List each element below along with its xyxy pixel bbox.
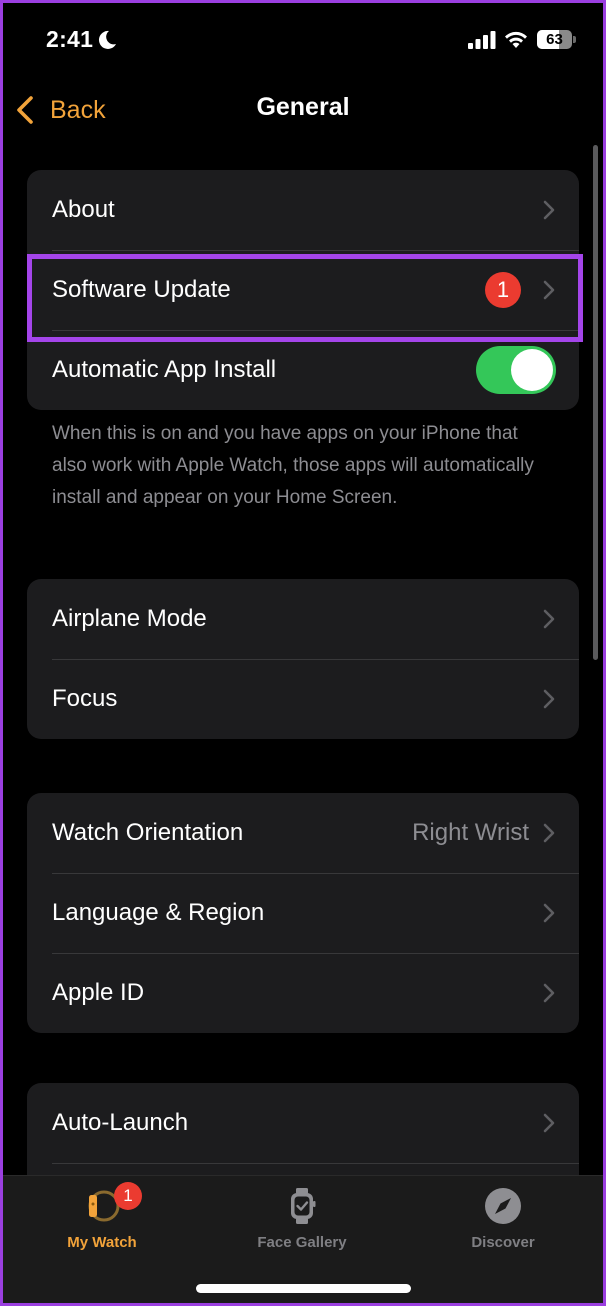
row-airplane-mode[interactable]: Airplane Mode	[27, 579, 579, 659]
row-label: About	[52, 196, 115, 223]
status-time: 2:41	[46, 26, 94, 52]
row-label: Software Update	[52, 276, 231, 303]
settings-group-general: About Software Update 1 Automatic App In…	[27, 170, 579, 410]
tab-my-watch[interactable]: 1 My Watch	[27, 1182, 177, 1256]
row-apple-id[interactable]: Apple ID	[27, 953, 579, 1033]
row-label: Focus	[52, 685, 118, 712]
row-label: Watch Orientation	[52, 819, 244, 846]
chevron-right-icon	[543, 1113, 555, 1133]
cellular-signal-icon	[468, 31, 496, 49]
chevron-right-icon	[543, 689, 555, 709]
notification-badge: 1	[485, 272, 521, 308]
chevron-right-icon	[543, 609, 555, 629]
automatic-app-install-description: When this is on and you have apps on you…	[52, 423, 534, 508]
row-software-update[interactable]: Software Update 1	[27, 250, 579, 330]
settings-group-connectivity: Airplane Mode Focus	[27, 579, 579, 739]
row-label: Airplane Mode	[52, 605, 207, 632]
row-auto-launch[interactable]: Auto-Launch	[27, 1083, 579, 1163]
tab-label: Discover	[471, 1234, 535, 1251]
scrollbar[interactable]	[593, 145, 598, 660]
wifi-icon	[505, 31, 527, 48]
row-label: Auto-Launch	[52, 1109, 189, 1136]
row-value: Right Wrist	[412, 819, 529, 846]
chevron-right-icon	[543, 983, 555, 1003]
chevron-right-icon	[543, 280, 555, 300]
watch-face-icon	[291, 1188, 316, 1224]
chevron-right-icon	[543, 823, 555, 843]
compass-icon	[485, 1188, 521, 1224]
row-label: Apple ID	[52, 979, 145, 1006]
row-about[interactable]: About	[27, 170, 579, 250]
tab-label: Face Gallery	[257, 1234, 347, 1251]
battery-tip	[573, 36, 576, 43]
tab-face-gallery[interactable]: Face Gallery	[227, 1186, 377, 1256]
settings-group-watch: Watch Orientation Right Wrist Language &…	[27, 793, 579, 1033]
battery-percent: 63	[546, 31, 563, 48]
page-title: General	[256, 93, 350, 121]
row-label: Language & Region	[52, 899, 265, 926]
row-watch-orientation[interactable]: Watch Orientation Right Wrist	[27, 793, 579, 873]
home-indicator[interactable]	[196, 1284, 411, 1293]
battery-indicator: 63	[537, 30, 572, 49]
chevron-right-icon	[543, 200, 555, 220]
automatic-app-install-toggle[interactable]	[476, 346, 556, 394]
tab-label: My Watch	[67, 1234, 137, 1251]
tab-discover[interactable]: Discover	[428, 1186, 578, 1256]
chevron-right-icon	[543, 903, 555, 923]
row-label: Automatic App Install	[52, 356, 277, 383]
toggle-knob	[511, 349, 553, 391]
row-automatic-app-install: Automatic App Install	[27, 330, 579, 410]
row-focus[interactable]: Focus	[27, 659, 579, 739]
row-language-region[interactable]: Language & Region	[27, 873, 579, 953]
tab-badge: 1	[114, 1182, 142, 1210]
moon-icon	[98, 30, 116, 49]
